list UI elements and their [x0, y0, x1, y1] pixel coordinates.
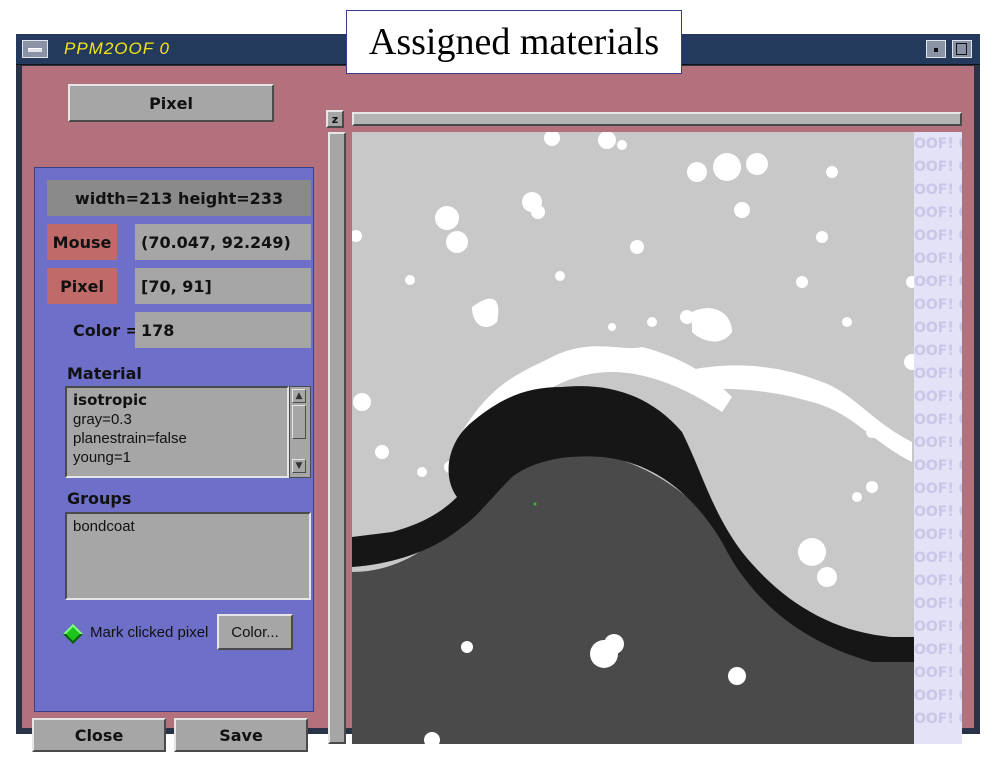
- watermark-text: OOF! O: [914, 642, 962, 658]
- material-type: isotropic: [73, 391, 148, 409]
- watermark-text: OOF! O: [914, 389, 962, 405]
- image-dimensions: width=213 height=233: [47, 180, 311, 216]
- watermark-text: OOF! O: [914, 711, 962, 727]
- material-property: young=1: [73, 449, 131, 466]
- group-item[interactable]: bondcoat: [73, 517, 303, 536]
- mark-clicked-pixel-label: Mark clicked pixel: [90, 624, 209, 641]
- groups-heading: Groups: [67, 489, 132, 508]
- scroll-down-icon[interactable]: ▼: [292, 459, 306, 473]
- mouse-label: Mouse: [47, 224, 117, 260]
- watermark-text: OOF! O: [914, 205, 962, 221]
- watermark-text: OOF! O: [914, 550, 962, 566]
- image-view: z OOF! OOF! OOF! OOF! OOF! OOF! OOF! OOF…: [324, 108, 962, 748]
- watermark-text: OOF! O: [914, 251, 962, 267]
- watermark-text: OOF! O: [914, 458, 962, 474]
- watermark-text: OOF! O: [914, 182, 962, 198]
- watermark-text: OOF! O: [914, 504, 962, 520]
- mouse-position-value: (70.047, 92.249): [135, 224, 311, 260]
- watermark-text: OOF! O: [914, 297, 962, 313]
- color-value: 178: [135, 312, 311, 348]
- watermark-text: OOF! O: [914, 412, 962, 428]
- groups-list-box[interactable]: bondcoat: [65, 512, 311, 600]
- microstructure-canvas[interactable]: OOF! O OOF! O OOF! O OOF! O OOF! O OOF! …: [352, 132, 962, 744]
- watermark-text: OOF! O: [914, 435, 962, 451]
- color-label: Color =: [73, 321, 140, 340]
- watermark-text: OOF! O: [914, 343, 962, 359]
- color-picker-button[interactable]: Color...: [217, 614, 293, 650]
- watermark-text: OOF! O: [914, 619, 962, 635]
- watermark-text: OOF! O: [914, 159, 962, 175]
- watermark-text: OOF! O: [914, 665, 962, 681]
- material-heading: Material: [67, 364, 142, 383]
- material-properties-box[interactable]: isotropic gray=0.3 planestrain=false you…: [65, 386, 289, 478]
- window-body: Pixel width=213 height=233 Mouse (70.047…: [22, 66, 974, 752]
- material-property: planestrain=false: [73, 430, 187, 447]
- scroll-thumb[interactable]: [292, 405, 306, 439]
- microstructure-image[interactable]: OOF! O OOF! O OOF! O OOF! O OOF! O OOF! …: [352, 132, 962, 744]
- mark-clicked-pixel-checkbox[interactable]: [63, 624, 83, 644]
- watermark-text: OOF! O: [914, 320, 962, 336]
- app-window: PPM2OOF 0 Pixel width=213 height=233 Mou…: [16, 34, 980, 752]
- clicked-pixel-marker: [533, 502, 537, 506]
- scroll-up-icon[interactable]: ▲: [292, 389, 306, 403]
- watermark-text: OOF! O: [914, 228, 962, 244]
- window-menu-button[interactable]: [22, 40, 48, 58]
- watermark-text: OOF! O: [914, 274, 962, 290]
- watermark-text: OOF! O: [914, 596, 962, 612]
- watermark-text: OOF! O: [914, 573, 962, 589]
- zoom-button[interactable]: z: [326, 110, 344, 128]
- pixel-label: Pixel: [47, 268, 117, 304]
- minimize-button[interactable]: [926, 40, 946, 58]
- slide-caption: Assigned materials: [346, 10, 682, 74]
- vertical-scrollbar[interactable]: [328, 132, 346, 744]
- horizontal-scrollbar[interactable]: [352, 112, 962, 126]
- close-button[interactable]: Close: [32, 718, 166, 752]
- watermark-text: OOF! O: [914, 527, 962, 543]
- info-panel: width=213 height=233 Mouse (70.047, 92.2…: [34, 167, 314, 712]
- material-property: gray=0.3: [73, 411, 132, 428]
- watermark-text: OOF! O: [914, 136, 962, 152]
- pixel-coordinate-value: [70, 91]: [135, 268, 311, 304]
- maximize-button[interactable]: [952, 40, 972, 58]
- material-scrollbar[interactable]: ▲ ▼: [289, 386, 311, 478]
- pixel-mode-button[interactable]: Pixel: [68, 84, 274, 122]
- window-title: PPM2OOF 0: [64, 39, 170, 58]
- watermark-text: OOF! O: [914, 688, 962, 704]
- watermark-text: OOF! O: [914, 366, 962, 382]
- watermark-text: OOF! O: [914, 481, 962, 497]
- save-button[interactable]: Save: [174, 718, 308, 752]
